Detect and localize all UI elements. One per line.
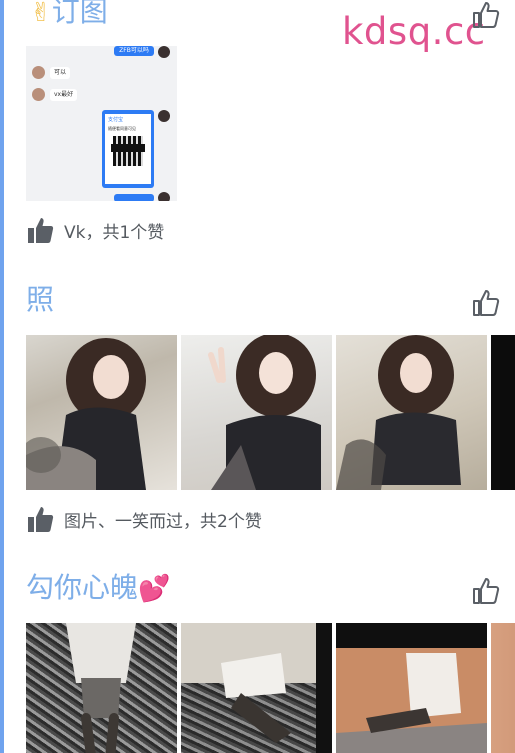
chat-screenshot: ZFB可以吗 可以 vx最好 支付宝 随便看同意可见 [26,46,177,201]
photo-thumbnail[interactable] [491,335,515,490]
two-hearts-emoji: 💕 [138,574,171,604]
photo-thumbnail[interactable] [26,623,177,753]
feed-page: kdsq.cc ✌订图 ZFB可以吗 可以 vx最好 支付宝 随便看同意可见 V… [0,0,515,753]
photo-image [336,648,487,753]
victory-hand-emoji: ✌ [30,0,52,28]
post-title-text: 勾你心魄 [26,571,139,604]
post-card: 勾你心魄💕 [26,568,515,753]
chat-bubble [114,194,154,201]
thumbs-up-filled-icon [28,507,54,532]
like-summary-text: Vk，共1个赞 [64,222,165,243]
photo-grid [26,335,515,490]
thumbs-up-filled-icon [28,218,54,243]
photo-thumbnail[interactable] [336,335,487,490]
chat-bubble: ZFB可以吗 [114,46,154,56]
photo-grid: ZFB可以吗 可以 vx最好 支付宝 随便看同意可见 [26,46,177,201]
post-title-text: 订图 [51,0,108,28]
avatar [32,66,45,79]
photo-image [26,338,146,490]
photo-image [66,623,136,753]
photo-grid [26,623,515,753]
post-title: 勾你心魄💕 [26,570,170,607]
post-title: ✌订图 [30,0,108,31]
like-summary: 图片、一笑而过，共2个赞 [26,504,262,534]
photo-thumbnail[interactable] [181,623,332,753]
card-text: 随便看同意可见 [108,126,136,131]
avatar [32,88,45,101]
card-header: 支付宝 [108,117,124,123]
avatar [158,46,170,58]
avatar [158,110,170,122]
left-accent-bar [0,0,4,753]
photo-thumbnail[interactable] [336,623,487,753]
photo-thumbnail[interactable] [181,335,332,490]
photo-image [336,335,461,490]
chat-bubble: vx最好 [50,89,78,101]
post-card: 照 图片、一笑而过，共2个赞 [26,280,515,550]
like-summary-text: 图片、一笑而过，共2个赞 [64,511,262,532]
photo-image [208,335,321,490]
payment-card: 支付宝 随便看同意可见 [102,110,154,188]
thumbs-up-outline-icon[interactable] [471,288,501,318]
like-summary: Vk，共1个赞 [26,215,164,245]
photo-thumbnail[interactable] [26,335,177,490]
chat-bubble: 可以 [50,67,71,79]
photo-thumbnail[interactable] [491,623,515,753]
post-card: ✌订图 ZFB可以吗 可以 vx最好 支付宝 随便看同意可见 Vk，共1个赞 [26,0,515,260]
photo-image [181,623,332,753]
thumbs-up-outline-icon[interactable] [471,0,501,30]
redaction-bar [111,144,145,152]
photo-thumbnail[interactable]: ZFB可以吗 可以 vx最好 支付宝 随便看同意可见 [26,46,177,201]
avatar [158,192,170,201]
post-title: 照 [26,283,55,316]
thumbs-up-outline-icon[interactable] [471,576,501,606]
